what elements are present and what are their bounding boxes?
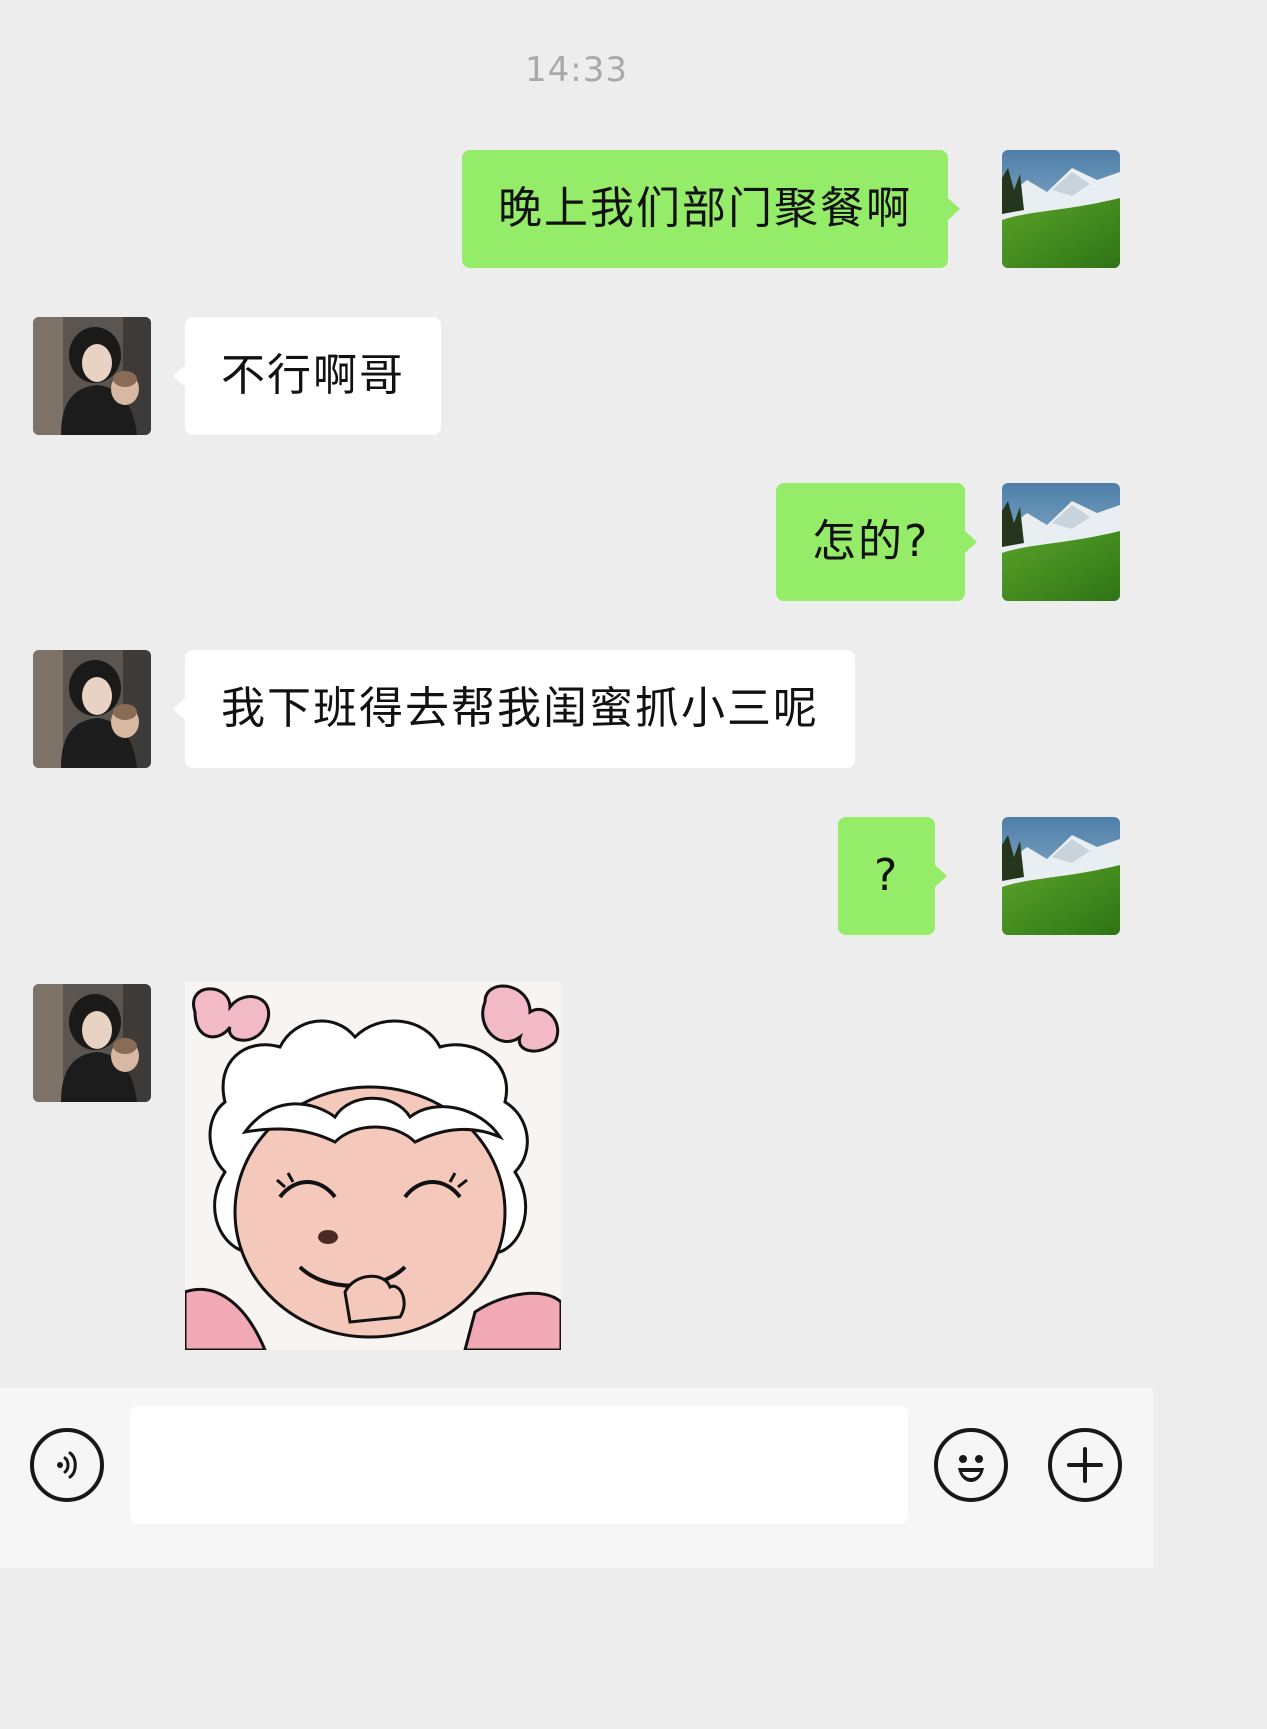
message-text: ?	[874, 850, 900, 901]
message-input[interactable]	[130, 1406, 908, 1524]
message-timestamp: 14:33	[525, 50, 628, 90]
friend-avatar[interactable]	[33, 650, 151, 768]
friend-avatar[interactable]	[33, 984, 151, 1102]
friend-message-bubble[interactable]: 不行啊哥	[173, 317, 441, 435]
message-text: 不行啊哥	[221, 350, 405, 401]
my-message-bubble[interactable]: 晚上我们部门聚餐啊	[462, 150, 960, 268]
my-message-bubble[interactable]: 怎的?	[776, 483, 978, 601]
voice-icon	[57, 1451, 77, 1479]
emoji-button[interactable]	[934, 1428, 1008, 1502]
my-avatar[interactable]	[1002, 150, 1120, 268]
my-message-bubble[interactable]: ?	[838, 817, 948, 935]
chat-area: 14:33 晚上我们部门聚餐啊 不行啊哥 怎的? 我下班得去帮我闺蜜抓小三呢 ?	[0, 0, 1153, 1388]
emoji-icon	[958, 1455, 984, 1482]
sticker-message[interactable]	[185, 982, 561, 1350]
message-text: 怎的?	[812, 516, 930, 567]
woman-with-baby-avatar-icon	[33, 650, 151, 768]
pleasant-goat-sheep-sticker-icon	[185, 982, 561, 1350]
voice-button[interactable]	[30, 1428, 104, 1502]
woman-with-baby-avatar-icon	[33, 984, 151, 1102]
friend-avatar[interactable]	[33, 317, 151, 435]
mountain-landscape-avatar-icon	[1002, 483, 1120, 601]
mountain-landscape-avatar-icon	[1002, 817, 1120, 935]
more-options-button[interactable]	[1048, 1428, 1122, 1502]
woman-with-baby-avatar-icon	[33, 317, 151, 435]
chat-input-bar	[0, 1388, 1153, 1568]
friend-message-bubble[interactable]: 我下班得去帮我闺蜜抓小三呢	[173, 650, 855, 768]
my-avatar[interactable]	[1002, 817, 1120, 935]
plus-icon	[1067, 1447, 1103, 1483]
message-text: 我下班得去帮我闺蜜抓小三呢	[221, 683, 819, 734]
message-text: 晚上我们部门聚餐啊	[498, 183, 912, 234]
mountain-landscape-avatar-icon	[1002, 150, 1120, 268]
my-avatar[interactable]	[1002, 483, 1120, 601]
